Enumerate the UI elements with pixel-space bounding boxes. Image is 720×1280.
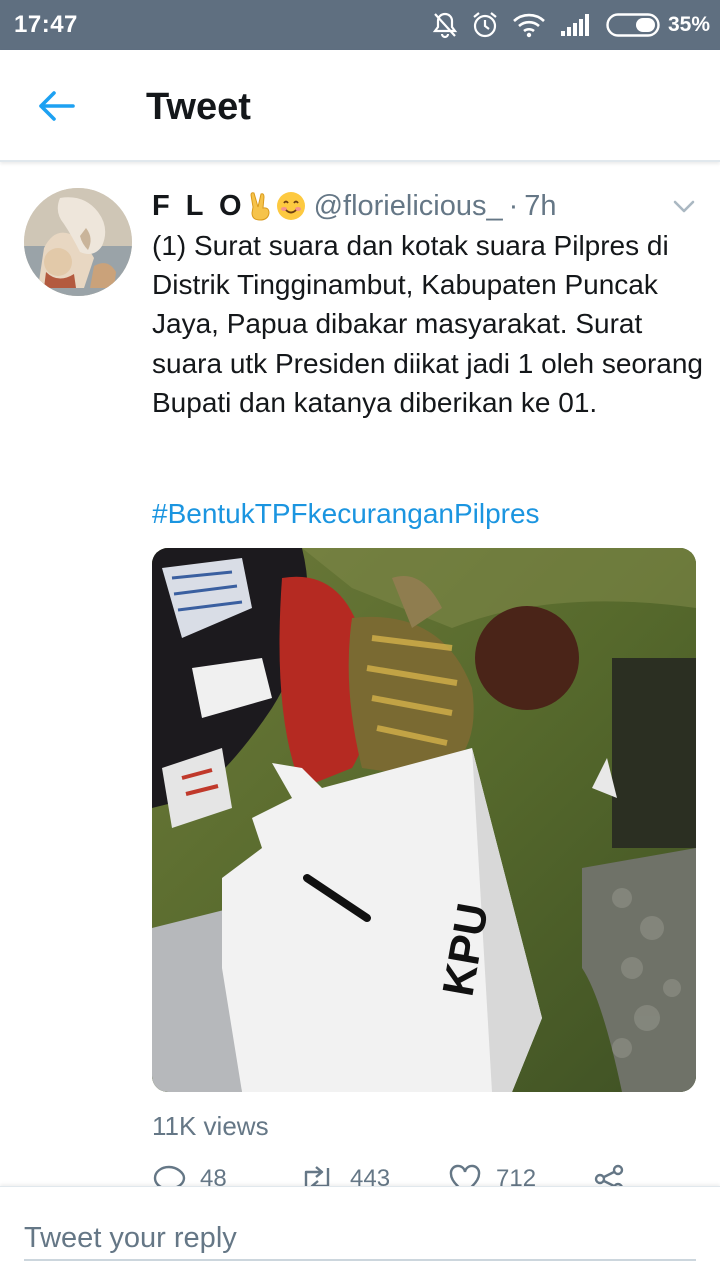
like-count: 712 [496,1165,537,1186]
wifi-icon [512,12,546,38]
status-icons: 35% [432,9,710,41]
status-time: 17:47 [14,11,78,38]
tweet-menu-button[interactable] [670,194,698,218]
heart-icon [449,1164,481,1186]
share-icon [594,1164,624,1186]
alarm-icon [472,11,498,39]
retweet-count: 443 [350,1165,391,1186]
tweet-time[interactable]: 7h [524,190,556,223]
chevron-down-icon [673,200,695,213]
smiling-face-emoji [276,192,305,220]
victory-hand-emoji [250,192,270,221]
hashtag-link[interactable]: #BentukTPFkecuranganPilpres [152,498,540,530]
tweet-text: (1) Surat suara dan kotak suara Pilpres … [152,230,704,418]
share-button[interactable] [592,1164,626,1186]
reply-button[interactable]: 48 [152,1164,227,1186]
mute-bell-icon [432,11,458,39]
user-handle[interactable]: @florielicious_ [314,190,503,223]
reply-bar [0,1186,720,1280]
like-button[interactable]: 712 [448,1164,536,1186]
retweet-icon [304,1166,330,1186]
reply-count: 48 [200,1165,227,1186]
reply-input[interactable] [24,1217,696,1261]
tweet-header: F L O @florielicious_ · 7h [152,186,652,226]
tweet-actions: 48 443 712 [152,1164,696,1186]
status-bar: 17:47 35% [0,0,720,50]
signal-icon [560,13,592,37]
separator-dot: · [508,189,519,222]
page-title: Tweet [146,86,251,128]
view-count: 11K views [152,1111,269,1141]
app-header: Tweet [0,50,720,162]
back-button[interactable] [32,84,80,128]
arrow-left-icon [39,91,75,121]
avatar[interactable] [24,188,132,296]
tweet: F L O @florielicious_ · 7h (1) Surat sua… [0,164,720,1186]
battery-percent: 35% [667,13,710,36]
display-name[interactable]: F L O [152,190,246,223]
reply-icon [153,1165,186,1186]
media-photo: KPU [152,548,696,1092]
retweet-button[interactable]: 443 [298,1164,390,1186]
name-emojis [248,191,306,221]
tweet-media[interactable]: KPU [152,548,696,1092]
battery-icon [606,13,660,37]
battery-indicator: 35% [606,12,710,38]
